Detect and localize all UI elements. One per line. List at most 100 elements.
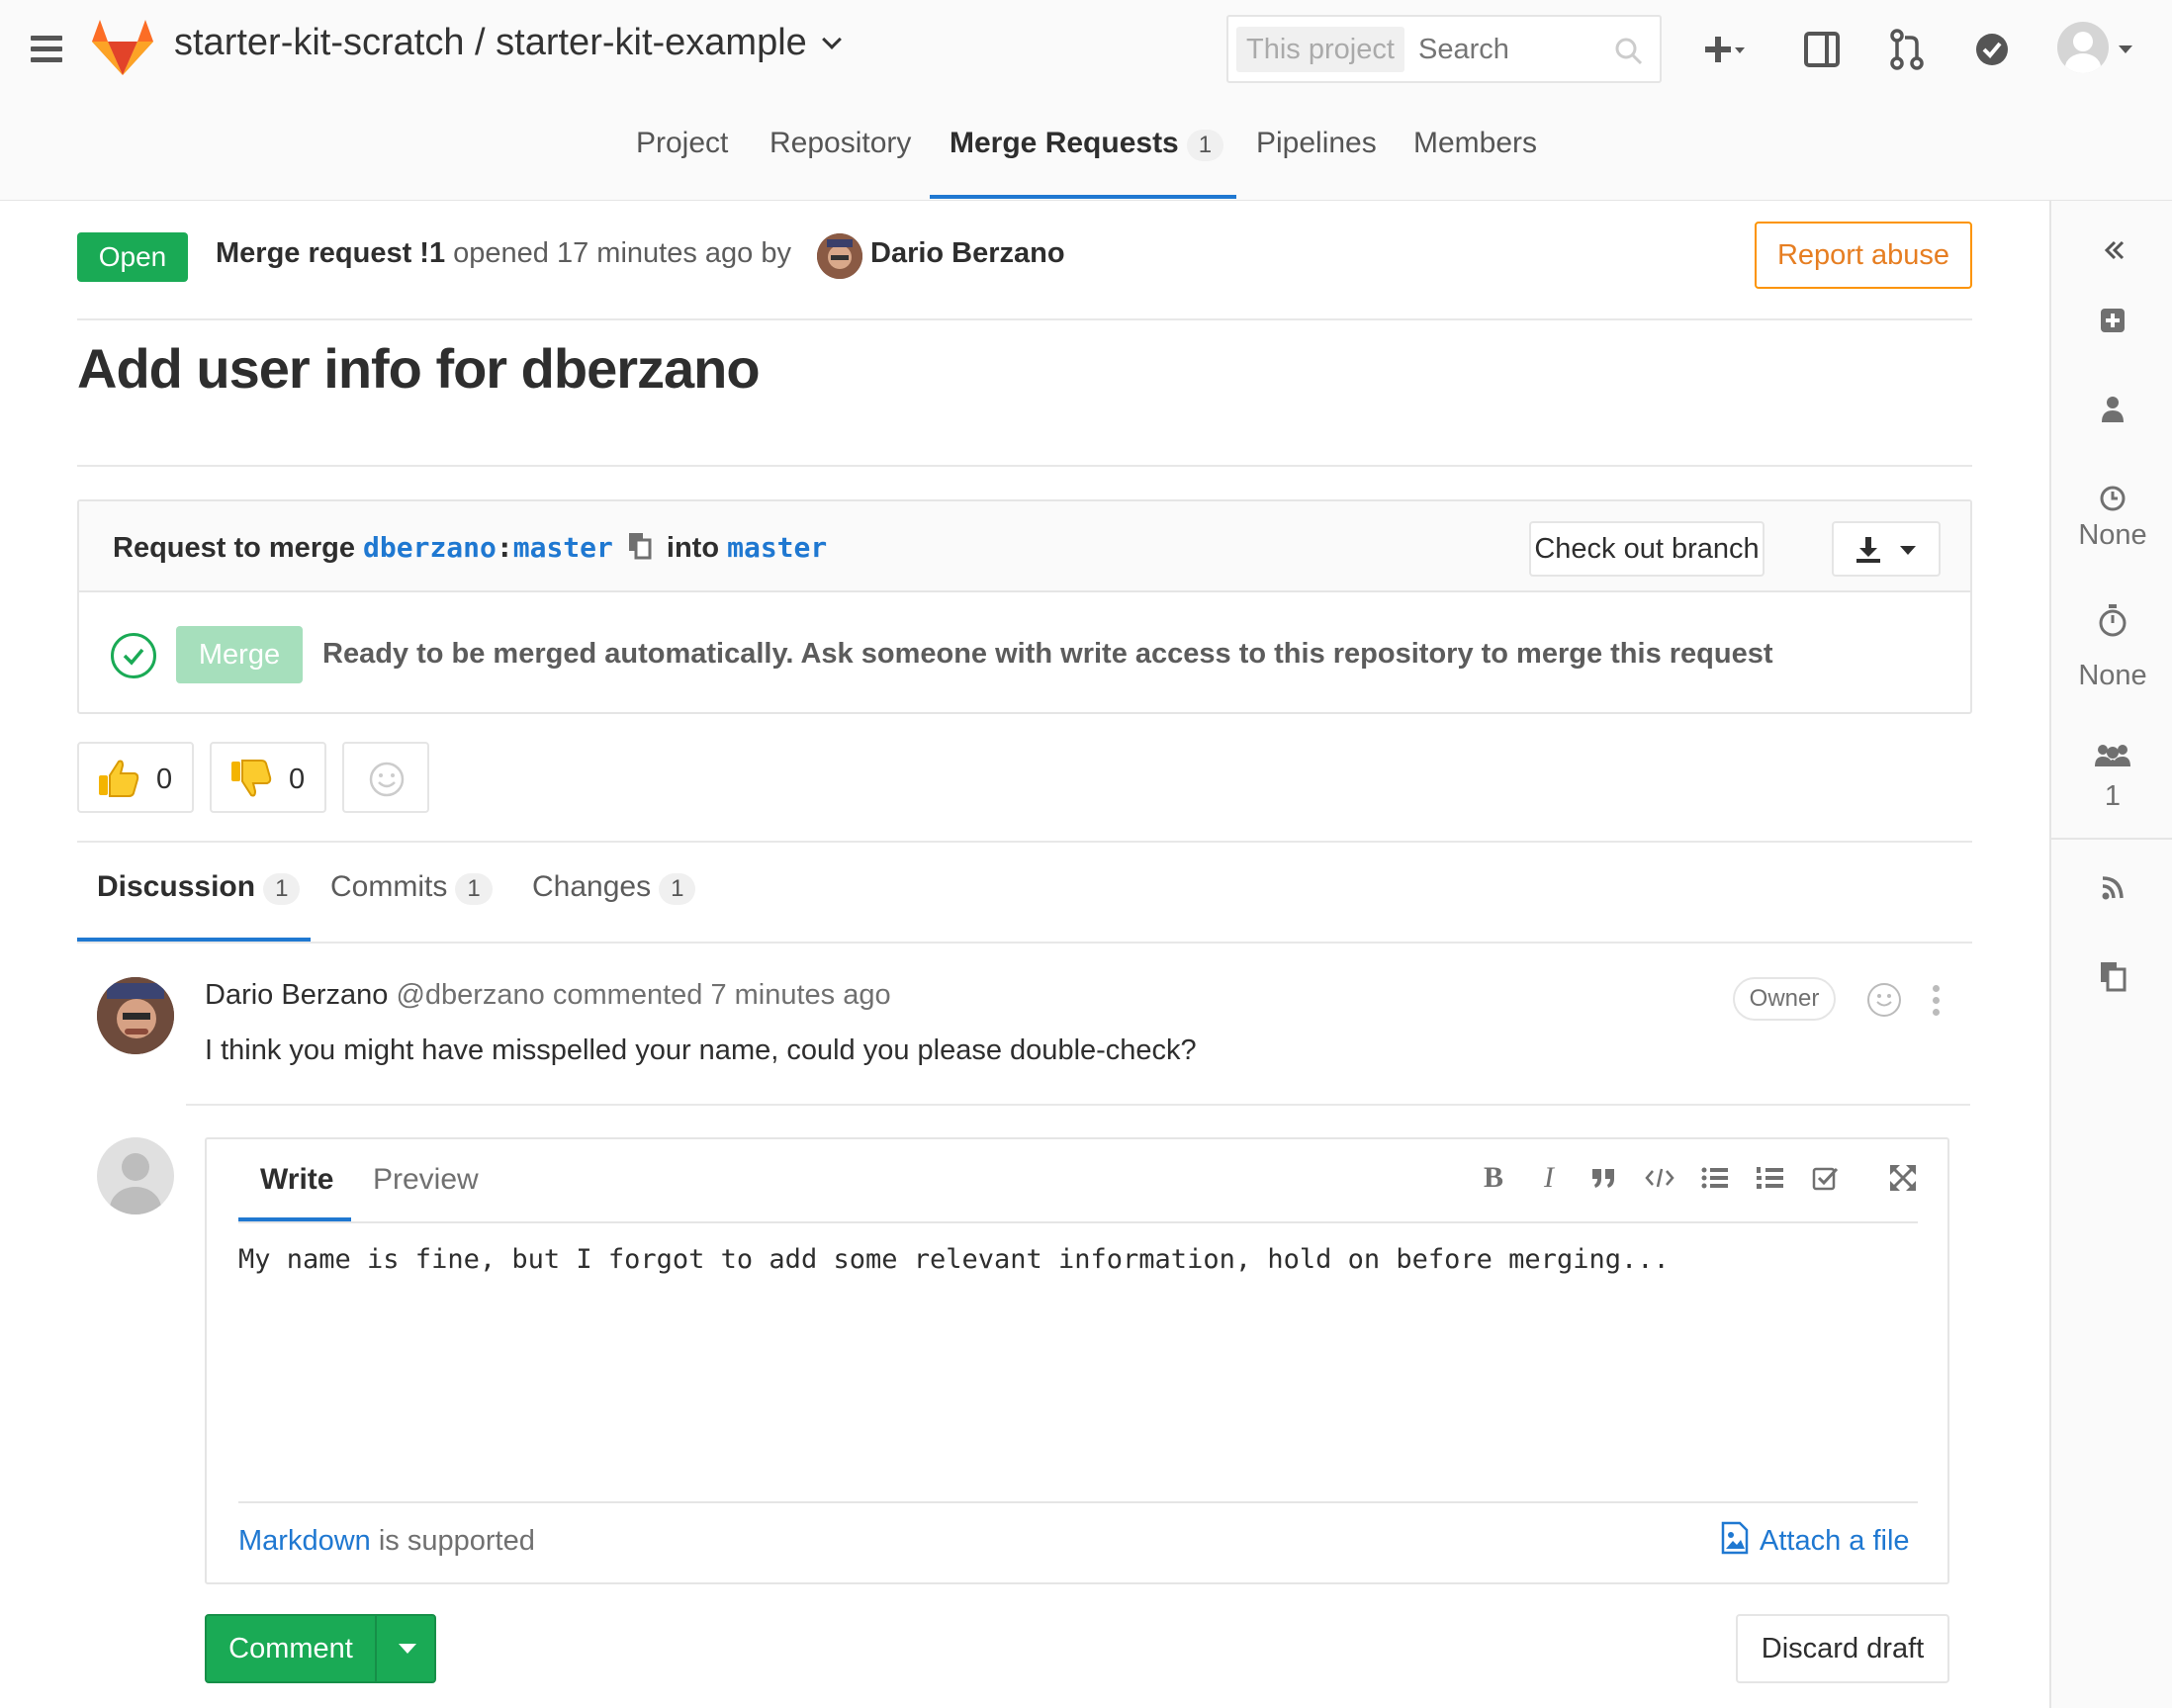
request-to-merge-label: Request to merge	[113, 532, 355, 564]
project-path-title[interactable]: starter-kit-scratch / starter-kit-exampl…	[174, 22, 842, 64]
editor-divider	[238, 1221, 1918, 1223]
markdown-note-suffix: is supported	[370, 1525, 535, 1557]
assignee-icon[interactable]	[2051, 395, 2172, 424]
comment-button-label[interactable]: Comment	[207, 1616, 375, 1681]
status-badge: Open	[77, 232, 188, 282]
author-avatar[interactable]	[817, 233, 862, 279]
download-dropdown-button[interactable]	[1832, 521, 1941, 577]
code-icon[interactable]	[1643, 1161, 1676, 1195]
checkout-branch-button[interactable]: Check out branch	[1529, 521, 1765, 577]
merge-requests-icon[interactable]	[1883, 26, 1931, 73]
time-tracking-stopwatch-icon[interactable]	[2051, 602, 2172, 638]
thumbs-up-icon	[99, 760, 139, 797]
comment-type-caret-icon[interactable]	[399, 1644, 416, 1654]
merge-widget-header: Request to merge dberzano:master into mas…	[79, 501, 1970, 592]
nav-tab-project[interactable]: Project	[636, 127, 728, 160]
add-reaction-button[interactable]	[342, 742, 429, 813]
markdown-note: Markdown is supported	[238, 1525, 535, 1558]
divider	[77, 942, 1972, 944]
author-name-link[interactable]: Dario Berzano	[870, 237, 1065, 270]
italic-button[interactable]: I	[1532, 1161, 1566, 1195]
current-user-avatar	[97, 1137, 174, 1214]
right-sidebar: None None 1	[2049, 201, 2172, 1708]
target-branch-ref[interactable]: master	[727, 531, 827, 564]
fullscreen-icon[interactable]	[1886, 1161, 1920, 1195]
copy-branch-icon[interactable]	[627, 531, 653, 561]
project-path-text: starter-kit-scratch / starter-kit-exampl…	[174, 22, 807, 63]
mr-detail-line: Merge request !1 opened 17 minutes ago b…	[216, 237, 791, 270]
page-title: Add user info for dberzano	[77, 337, 761, 400]
tab-changes[interactable]: Changes 1	[532, 870, 696, 905]
nav-tab-merge-requests[interactable]: Merge Requests 1	[950, 127, 1224, 161]
bold-button[interactable]: B	[1477, 1161, 1510, 1195]
nav-tab-pipelines[interactable]: Pipelines	[1256, 127, 1377, 160]
status-success-icon	[111, 633, 156, 678]
gitlab-logo-icon[interactable]	[92, 20, 153, 75]
thumbs-down-award[interactable]: 0	[210, 742, 326, 813]
top-navbar: starter-kit-scratch / starter-kit-exampl…	[0, 0, 2172, 99]
thumbs-up-award[interactable]: 0	[77, 742, 194, 813]
comment-reaction-icon[interactable]	[1867, 983, 1901, 1017]
milestone-clock-icon[interactable]	[2051, 484, 2172, 513]
user-avatar[interactable]	[2057, 22, 2109, 73]
todos-check-icon[interactable]	[1968, 26, 2016, 73]
thumbs-down-icon	[231, 760, 272, 797]
collapse-sidebar-icon[interactable]	[2051, 236, 2172, 264]
editor-tab-preview[interactable]: Preview	[373, 1163, 479, 1197]
bullet-list-icon[interactable]	[1698, 1161, 1732, 1195]
add-todo-icon[interactable]	[2051, 306, 2172, 335]
nav-active-underline	[930, 195, 1236, 199]
tab-count-badge: 1	[455, 873, 493, 905]
nav-tab-repository[interactable]: Repository	[769, 127, 911, 160]
source-branch-ref[interactable]: dberzano:master	[363, 531, 613, 564]
comment-author-name[interactable]: Dario Berzano	[205, 979, 388, 1011]
thumbs-down-count: 0	[289, 764, 306, 795]
comment-author-avatar[interactable]	[97, 977, 174, 1054]
participants-users-icon[interactable]	[2051, 741, 2172, 770]
sidebar-toggle-icon[interactable]	[1800, 26, 1848, 73]
search-input[interactable]	[1418, 27, 1616, 72]
user-menu-caret-icon[interactable]	[2117, 44, 2134, 55]
comment-meta: commented 7 minutes ago	[552, 979, 891, 1011]
nav-tab-members[interactable]: Members	[1413, 127, 1537, 160]
task-list-icon[interactable]	[1809, 1161, 1843, 1195]
tab-label: Discussion	[97, 870, 256, 903]
comment-textarea[interactable]: My name is fine, but I forgot to add som…	[238, 1244, 1918, 1482]
milestone-value: None	[2078, 519, 2147, 551]
quote-icon[interactable]	[1587, 1161, 1621, 1195]
search-box[interactable]: This project	[1226, 15, 1662, 83]
new-plus-icon[interactable]	[1701, 26, 1749, 73]
merge-widget: Request to merge dberzano:master into mas…	[77, 499, 1972, 714]
comment-more-actions-icon[interactable]	[1933, 985, 1941, 1021]
merge-button[interactable]: Merge	[176, 626, 303, 683]
tab-label: Changes	[532, 870, 652, 903]
menu-hamburger-icon[interactable]	[31, 36, 62, 63]
tab-commits[interactable]: Commits 1	[330, 870, 493, 905]
nav-tab-count-badge: 1	[1186, 130, 1224, 161]
branch-info: Request to merge dberzano:master into mas…	[113, 531, 827, 565]
time-tracking-value: None	[2078, 660, 2147, 691]
comment-body: I think you might have misspelled your n…	[205, 1034, 1197, 1066]
notifications-rss-icon[interactable]	[2051, 873, 2172, 903]
attach-file-link[interactable]: Attach a file	[1720, 1522, 1910, 1559]
editor-tab-write[interactable]: Write	[260, 1163, 333, 1197]
copy-reference-icon[interactable]	[2051, 958, 2172, 992]
comment-split-button[interactable]: Comment	[205, 1614, 436, 1683]
comment-header: Dario Berzano @dberzano commented 7 minu…	[205, 979, 891, 1012]
source-colon: :	[496, 531, 513, 564]
discard-draft-button[interactable]: Discard draft	[1736, 1614, 1949, 1683]
markdown-link[interactable]: Markdown	[238, 1525, 371, 1557]
comment-author-handle[interactable]: @dberzano	[396, 979, 544, 1011]
tab-count-badge: 1	[659, 873, 696, 905]
numbered-list-icon[interactable]	[1754, 1161, 1787, 1195]
mr-reference: Merge request !1	[216, 237, 446, 269]
mr-opened-text: opened 17 minutes ago by	[453, 237, 791, 269]
search-scope-badge: This project	[1236, 27, 1404, 72]
tab-discussion[interactable]: Discussion 1	[97, 870, 301, 905]
tab-count-badge: 1	[263, 873, 301, 905]
attach-file-label: Attach a file	[1760, 1525, 1910, 1557]
smiley-icon	[369, 762, 405, 797]
tab-active-underline	[77, 938, 311, 942]
report-abuse-button[interactable]: Report abuse	[1755, 222, 1972, 289]
editor-divider	[238, 1501, 1918, 1503]
